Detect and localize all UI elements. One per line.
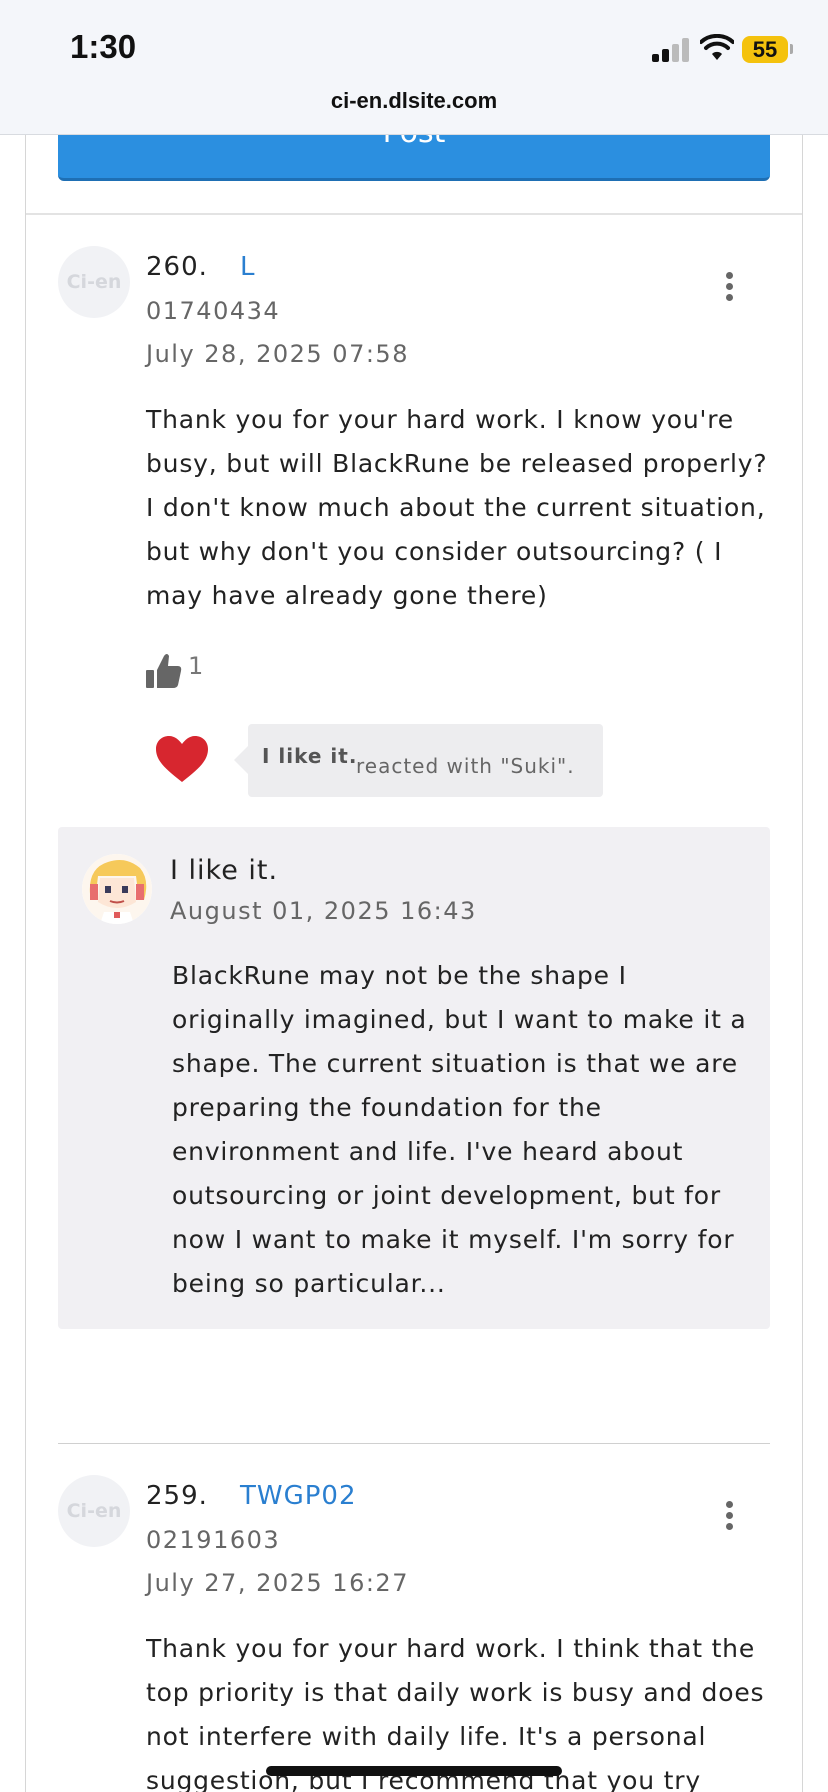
comment-date: July 27, 2025 16:27 [146,1569,409,1597]
reaction-bubble: I like it. reacted with "Suki". [234,724,603,797]
divider [58,1443,770,1444]
status-time: 1:30 [70,28,137,65]
comment-body: Thank you for your hard work. I know you… [146,405,768,610]
creator-avatar[interactable] [82,854,152,924]
more-options-icon[interactable] [725,1501,735,1531]
card-border-right [802,134,803,1792]
comment-date: July 28, 2025 07:58 [146,340,409,368]
comment-username[interactable]: TWGP02 [240,1481,357,1511]
thumbs-up-icon[interactable] [146,650,182,690]
avatar[interactable]: Ci-en [58,1475,130,1547]
reply-author[interactable]: I like it. [170,855,278,886]
battery-level: 55 [742,36,788,63]
comment-username[interactable]: L [240,252,256,282]
wifi-icon [700,34,734,60]
url-bar[interactable]: ci-en.dlsite.com [0,88,828,114]
more-options-icon[interactable] [725,272,735,302]
comment-user-id: 01740434 [146,297,281,325]
reaction-text: reacted with "Suki". [356,754,575,778]
reply-body: BlackRune may not be the shape I origina… [172,961,747,1298]
battery-tip [790,44,793,54]
reply-date: August 01, 2025 16:43 [170,897,477,925]
home-indicator[interactable] [266,1766,562,1776]
like-count: 1 [188,652,204,680]
heart-icon [156,736,208,782]
divider [26,213,802,215]
reaction-author: I like it. [262,744,358,768]
cellular-signal-icon [652,38,692,62]
avatar[interactable]: Ci-en [58,246,130,318]
comment-number: 260. [146,252,208,282]
comment-user-id: 02191603 [146,1526,281,1554]
comment-number: 259. [146,1481,208,1511]
card-border-left [25,134,26,1792]
post-button[interactable]: Post [58,134,770,181]
browser-top-bar: 1:30 55 ci-en.dlsite.com [0,0,828,135]
